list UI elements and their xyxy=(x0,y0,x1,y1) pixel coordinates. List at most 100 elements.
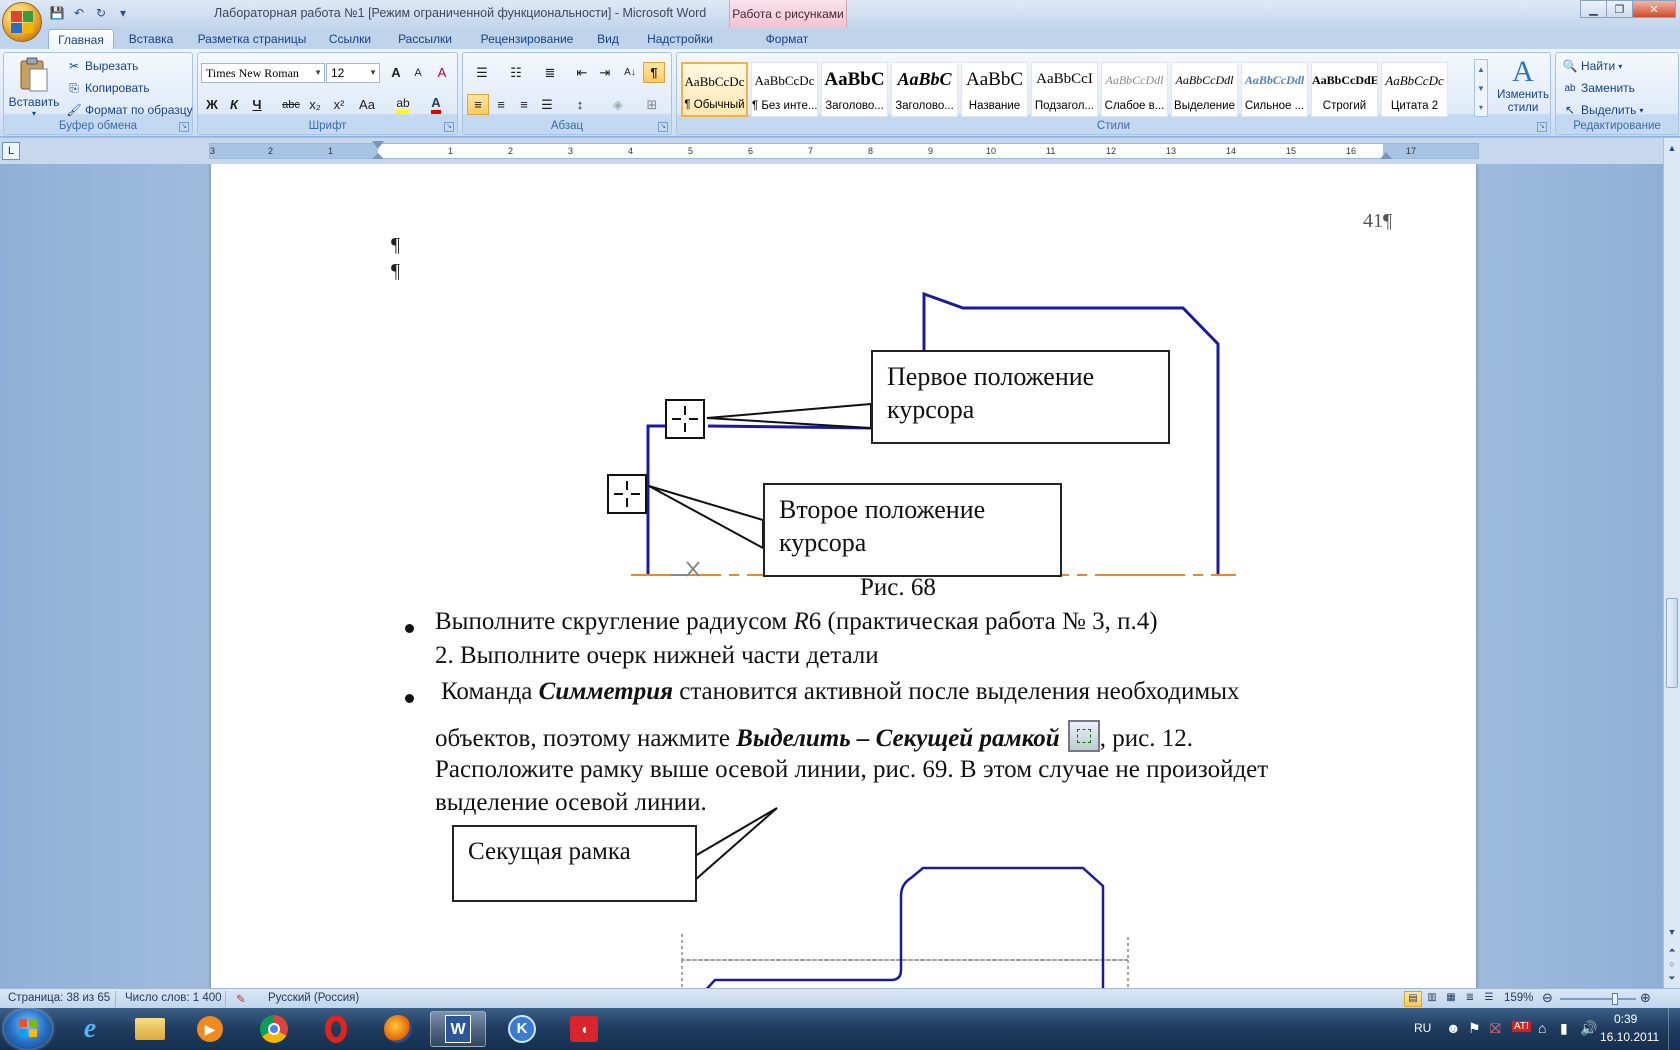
grow-font-button[interactable]: A xyxy=(385,62,407,83)
sort-button[interactable]: A↓ xyxy=(619,62,641,83)
document-page[interactable]: 41¶ ¶ ¶ Первое положение курсора Второе … xyxy=(211,164,1476,988)
volume-icon[interactable]: 🔊 xyxy=(1580,1020,1597,1037)
find-button[interactable]: 🔍 Найти ▾ xyxy=(1562,58,1623,74)
start-button[interactable] xyxy=(4,1009,52,1049)
indent-marker-icon[interactable] xyxy=(372,141,384,149)
style-no-spacing[interactable]: AaBbCcDc ¶ Без инте... xyxy=(751,62,818,117)
align-center-button[interactable]: ≡ xyxy=(490,94,512,115)
justify-button[interactable]: ☰ xyxy=(536,94,558,115)
browse-object-icon[interactable]: ○ xyxy=(1666,958,1678,970)
language-status[interactable]: Русский (Россия) xyxy=(268,992,359,1004)
full-screen-reading-icon[interactable]: ▥ xyxy=(1423,991,1441,1007)
style-intense-emphasis[interactable]: AaBbCcDdl Сильное ... xyxy=(1241,62,1308,117)
style-subtle-emphasis[interactable]: AaBbCcDdl Слабое в... xyxy=(1101,62,1168,117)
kompas-icon[interactable]: K xyxy=(494,1011,550,1047)
vertical-scrollbar[interactable]: ▲ ▼ ⏶ ○ ⏷ xyxy=(1663,138,1680,988)
chevron-up-icon[interactable]: ▲ xyxy=(1475,60,1487,79)
align-right-button[interactable]: ≡ xyxy=(513,94,535,115)
file-explorer-icon[interactable] xyxy=(122,1011,178,1047)
page-count-status[interactable]: Страница: 38 из 65 xyxy=(8,992,110,1004)
subscript-button[interactable]: x₂ xyxy=(304,94,326,115)
redo-icon[interactable]: ↻ xyxy=(92,4,110,22)
styles-scroll[interactable]: ▲ ▼ ▾ xyxy=(1474,59,1488,117)
tab-review[interactable]: Рецензирование xyxy=(472,29,582,49)
hanging-indent-icon[interactable] xyxy=(372,153,384,159)
paste-button[interactable]: Вставить ▾ xyxy=(9,57,59,118)
change-styles-button[interactable]: A Изменить стили xyxy=(1495,55,1551,115)
tray-app-icon[interactable]: ☻ xyxy=(1446,1020,1461,1036)
clipboard-launcher-icon[interactable]: ↘ xyxy=(179,122,189,132)
style-title[interactable]: AaBbC Название xyxy=(961,62,1028,117)
style-strong[interactable]: AaBbCcDdE Строгий xyxy=(1311,62,1378,117)
chevron-down-icon[interactable]: ▼ xyxy=(1666,926,1678,938)
power-icon[interactable]: ▮ xyxy=(1560,1020,1568,1037)
strikethrough-button[interactable]: abc xyxy=(280,94,302,115)
paragraph-launcher-icon[interactable]: ↘ xyxy=(658,122,668,132)
tab-selector[interactable]: L xyxy=(2,142,20,160)
font-size-combo[interactable]: 12 ▼ xyxy=(326,63,380,83)
bullets-button[interactable]: ☰ xyxy=(467,62,497,83)
highlight-button[interactable]: ab xyxy=(388,94,418,115)
tab-mailings[interactable]: Рассылки xyxy=(389,29,461,49)
copy-button[interactable]: ⎘ Копировать xyxy=(66,80,149,96)
shrink-font-button[interactable]: A xyxy=(407,62,429,83)
proofing-icon[interactable]: ✎ xyxy=(236,992,246,1006)
select-button[interactable]: ↖ Выделить ▾ xyxy=(1562,102,1643,118)
media-player-icon[interactable]: ▶ xyxy=(182,1011,238,1047)
superscript-button[interactable]: x² xyxy=(328,94,350,115)
web-layout-icon[interactable]: ▦ xyxy=(1442,991,1460,1007)
style-normal[interactable]: AaBbCcDc ¶ Обычный xyxy=(681,62,748,117)
draft-view-icon[interactable]: ☰ xyxy=(1480,991,1498,1007)
more-styles-icon[interactable]: ▾ xyxy=(1475,98,1487,117)
style-heading-2[interactable]: AaBbC Заголово... xyxy=(891,62,958,117)
font-color-button[interactable]: A xyxy=(421,94,451,115)
font-name-combo[interactable]: Times New Roman ▼ xyxy=(201,63,325,83)
tab-references[interactable]: Ссылки xyxy=(322,29,378,49)
zoom-slider-thumb[interactable] xyxy=(1612,993,1618,1005)
borders-button[interactable]: ⊞ xyxy=(637,94,667,115)
shading-button[interactable]: ◈ xyxy=(603,94,633,115)
align-left-button[interactable]: ≡ xyxy=(467,94,489,115)
numbering-button[interactable]: ☷ xyxy=(501,62,531,83)
decrease-indent-button[interactable]: ⇤ xyxy=(571,62,593,83)
action-center-flag-icon[interactable]: ⚑ xyxy=(1468,1020,1481,1037)
style-subtitle[interactable]: AaBbCcI Подзагол... xyxy=(1031,62,1098,117)
office-button[interactable] xyxy=(2,2,42,42)
internet-explorer-icon[interactable]: e xyxy=(62,1011,118,1047)
firefox-icon[interactable] xyxy=(370,1011,426,1047)
tab-format[interactable]: Формат xyxy=(752,29,822,49)
show-desktop-button[interactable] xyxy=(1668,1008,1680,1050)
style-quote-2[interactable]: AaBbCcDc Цитата 2 xyxy=(1381,62,1448,117)
tray-warning-icon[interactable]: ⛝ xyxy=(1490,1020,1501,1037)
tab-addins[interactable]: Надстройки xyxy=(640,29,720,49)
increase-indent-button[interactable]: ⇥ xyxy=(594,62,616,83)
ati-catalyst-icon[interactable]: ATI xyxy=(1512,1021,1531,1032)
zoom-level[interactable]: 159% xyxy=(1504,992,1533,1004)
maximize-button[interactable]: ❐ xyxy=(1606,0,1633,18)
tab-view[interactable]: Вид xyxy=(592,29,624,49)
style-heading-1[interactable]: AaBbC Заголово... xyxy=(821,62,888,117)
network-icon[interactable]: ⌂ xyxy=(1538,1020,1546,1036)
bold-button[interactable]: Ж xyxy=(201,94,223,115)
opera-icon[interactable] xyxy=(308,1011,364,1047)
multilevel-list-button[interactable]: ≣ xyxy=(535,62,565,83)
chrome-icon[interactable] xyxy=(246,1011,302,1047)
chevron-down-icon[interactable]: ▼ xyxy=(1475,79,1487,98)
print-layout-view-icon[interactable]: ▤ xyxy=(1404,991,1422,1007)
cut-button[interactable]: ✂ Вырезать xyxy=(66,58,138,74)
tab-page-layout[interactable]: Разметка страницы xyxy=(192,29,312,49)
italic-button[interactable]: К xyxy=(223,94,245,115)
zoom-in-icon[interactable]: ⊕ xyxy=(1640,990,1651,1006)
previous-page-icon[interactable]: ⏶ xyxy=(1666,944,1678,956)
style-emphasis[interactable]: AaBbCcDdl Выделение xyxy=(1171,62,1238,117)
word-taskbar-icon[interactable]: W xyxy=(430,1011,486,1047)
horizontal-ruler[interactable]: 3 2 1 1 2 3 4 5 6 7 8 9 10 11 12 13 14 1… xyxy=(209,141,1479,159)
clock-date[interactable]: 16.10.2011 xyxy=(1600,1030,1659,1044)
tab-insert[interactable]: Вставка xyxy=(118,29,184,49)
word-count-status[interactable]: Число слов: 1 400 xyxy=(125,992,222,1004)
format-painter-button[interactable]: 🖌 Формат по образцу xyxy=(66,102,192,118)
close-button[interactable]: ✕ xyxy=(1632,0,1676,18)
language-indicator[interactable]: RU xyxy=(1414,1021,1431,1035)
undo-icon[interactable]: ↶ xyxy=(70,4,88,22)
figure-69-drawing[interactable] xyxy=(211,804,1476,988)
